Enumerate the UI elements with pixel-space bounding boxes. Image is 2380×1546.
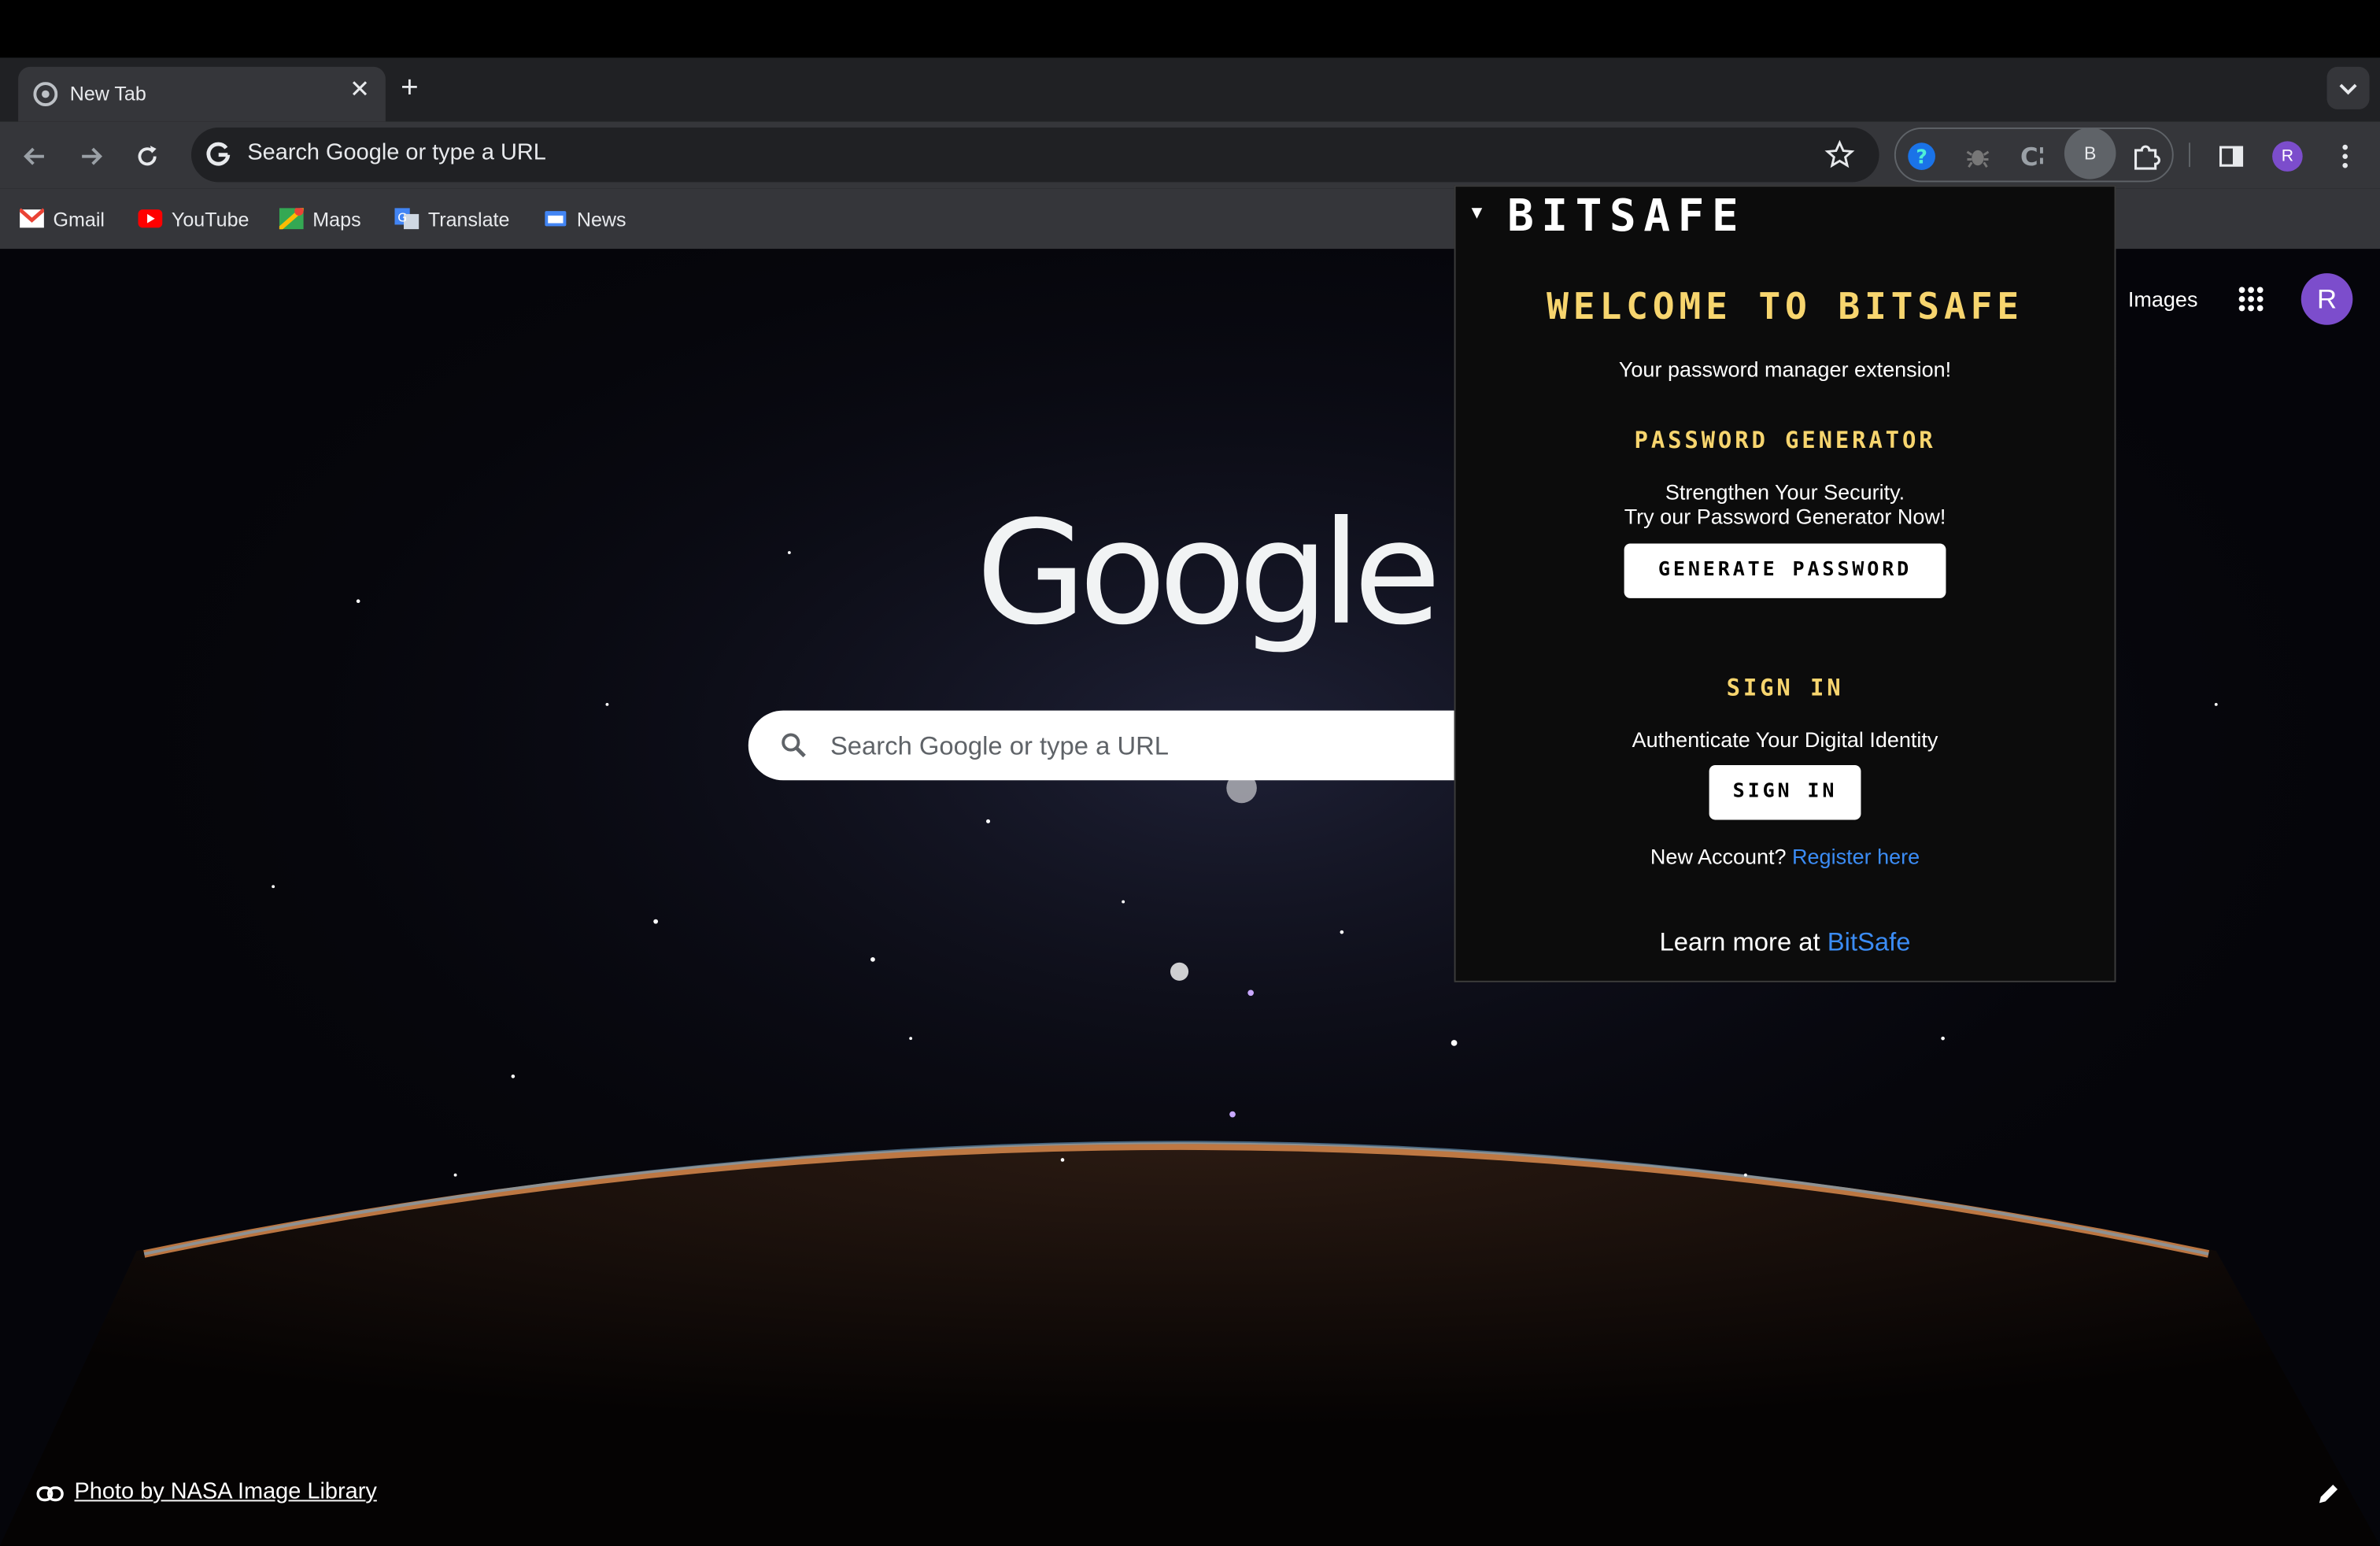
generate-password-button[interactable]: GENERATE PASSWORD: [1624, 543, 1946, 598]
star-icon[interactable]: [1824, 139, 1855, 170]
register-line: New Account? Register here: [1456, 844, 2115, 868]
help-extension-icon[interactable]: ?: [1905, 139, 1938, 172]
bitsafe-link[interactable]: BitSafe: [1828, 927, 1911, 956]
svg-text:G: G: [397, 211, 407, 225]
translate-icon: G: [394, 208, 419, 230]
toolbar-divider: [2189, 142, 2190, 168]
photo-credit-text: Photo by NASA Image Library: [74, 1478, 377, 1505]
search-placeholder: Search Google or type a URL: [830, 731, 1170, 761]
address-bar[interactable]: Search Google or type a URL: [191, 128, 1879, 183]
side-panel-icon[interactable]: [2216, 141, 2247, 172]
google-g-icon: [206, 142, 231, 166]
youtube-icon: [138, 209, 163, 228]
gmail-icon: [20, 208, 44, 228]
images-link[interactable]: Images: [2128, 287, 2198, 312]
pencil-icon[interactable]: [2315, 1480, 2342, 1507]
collapse-icon[interactable]: ▼: [1468, 202, 1486, 224]
bookmark-news[interactable]: News: [543, 206, 634, 234]
google-logo: Google: [976, 491, 1441, 658]
news-icon: [545, 211, 567, 227]
register-prefix: New Account?: [1650, 844, 1787, 869]
bookmark-gmail[interactable]: Gmail: [20, 206, 111, 234]
bookmark-translate[interactable]: G Translate: [394, 206, 516, 234]
learn-more-line: Learn more at BitSafe: [1456, 927, 2115, 958]
welcome-heading: WELCOME TO BITSAFE: [1547, 285, 2023, 328]
maps-icon: [279, 208, 304, 230]
code-extension-icon[interactable]: C: [2017, 139, 2050, 172]
more-menu-icon[interactable]: [2330, 141, 2360, 172]
bookmark-maps[interactable]: Maps: [279, 206, 371, 234]
chrome-icon: [33, 82, 58, 106]
svg-text:?: ?: [1916, 145, 1927, 168]
close-icon[interactable]: ✕: [346, 77, 374, 105]
top-bar: [0, 0, 2380, 58]
puzzle-icon[interactable]: [2130, 139, 2163, 172]
apps-grid-icon[interactable]: [2236, 284, 2267, 315]
address-bar-text: Search Google or type a URL: [247, 139, 546, 166]
tab-strip: New Tab ✕ +: [0, 57, 2380, 122]
google-account-avatar[interactable]: R: [2301, 273, 2353, 325]
extensions-group: ? C: [1894, 128, 2174, 183]
sign-in-text: Authenticate Your Digital Identity: [1632, 727, 1938, 752]
profile-avatar[interactable]: R: [2272, 141, 2303, 172]
tab-search-button[interactable]: [2326, 66, 2370, 109]
reload-icon[interactable]: [132, 141, 163, 172]
password-generator-heading: PASSWORD GENERATOR: [1634, 426, 1936, 454]
svg-text:C: C: [2020, 143, 2038, 172]
generator-text-line2: Try our Password Generator Now!: [1624, 504, 1946, 529]
bitsafe-logo: BITSAFE: [1507, 190, 1746, 242]
register-link[interactable]: Register here: [1792, 844, 1920, 868]
tab-new-tab[interactable]: New Tab ✕: [18, 66, 386, 122]
forward-icon[interactable]: [76, 141, 106, 172]
sign-in-button[interactable]: SIGN IN: [1709, 765, 1861, 820]
new-tab-button[interactable]: +: [401, 73, 419, 104]
bookmark-youtube[interactable]: YouTube: [138, 206, 254, 234]
learn-more-prefix: Learn more at: [1659, 927, 1820, 957]
search-icon: [782, 733, 806, 758]
back-icon[interactable]: [20, 141, 50, 172]
welcome-subtitle: Your password manager extension!: [1618, 357, 1952, 382]
chevron-down-icon: [2339, 83, 2357, 95]
sign-in-heading: SIGN IN: [1726, 674, 1844, 702]
tab-title: New Tab: [69, 82, 146, 105]
bug-extension-icon[interactable]: [1961, 139, 1994, 172]
toolbar: Search Google or type a URL ? C R: [0, 121, 2380, 189]
link-icon: [36, 1486, 64, 1502]
bitsafe-extension-button[interactable]: B: [2064, 128, 2116, 179]
bitsafe-popup: ▼ BITSAFE WELCOME TO BITSAFE Your passwo…: [1454, 185, 2116, 982]
generator-text-line1: Strengthen Your Security.: [1665, 479, 1905, 505]
